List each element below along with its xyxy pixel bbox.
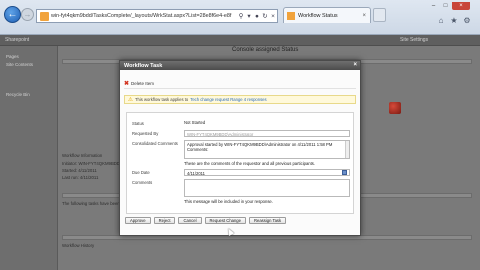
dropdown-icon[interactable]: ▾ (245, 12, 253, 20)
comments-note: This message will be included in your re… (184, 199, 273, 204)
approve-button[interactable]: Approve (125, 217, 151, 224)
address-bar[interactable]: win-fyt4qkm9bdd/TasksComplete/_layouts/W… (36, 9, 278, 23)
new-tab-button[interactable] (373, 8, 386, 22)
consolidated-comments-label: Consolidated Comments (132, 141, 178, 146)
comments-scrollbar[interactable] (345, 141, 349, 158)
sidebar-item-recycle-bin[interactable]: Recycle Bin (6, 92, 30, 97)
bg-line: Workflow Information (62, 153, 103, 158)
status-label: Status (132, 121, 144, 126)
due-date-value: 4/11/2011 (187, 171, 206, 176)
forward-arrow-icon: → (23, 10, 32, 19)
cancel-button[interactable]: Cancel (178, 217, 202, 224)
tab-title: Workflow Status (298, 12, 338, 19)
page-top-left: Sharepoint (5, 37, 30, 43)
dialog-close-icon[interactable]: × (353, 62, 357, 68)
search-icon[interactable]: ⚲ (237, 12, 245, 20)
refresh-icon[interactable]: ↻ (261, 12, 269, 20)
favorites-star-icon[interactable]: ★ (449, 16, 459, 26)
back-arrow-icon: ← (7, 9, 18, 20)
sidebar: Pages Site Contents Recycle Bin (0, 46, 58, 270)
window-close-button[interactable]: × (452, 2, 470, 10)
requested-by-label: Requested By (132, 131, 159, 136)
bg-line: Initiator: WIN-FYT4QKM9BDD (62, 161, 121, 166)
notice-link[interactable]: Tech change request Range 4 responses (190, 97, 266, 102)
back-button[interactable]: ← (4, 6, 21, 23)
home-icon[interactable]: ⌂ (436, 16, 446, 26)
bg-line: Workflow History (62, 243, 95, 248)
calendar-icon[interactable] (342, 170, 347, 175)
delete-item-label: Delete Item (131, 81, 155, 86)
tab-close-icon[interactable]: × (362, 13, 366, 19)
dialog-title-bar: Workflow Task × (120, 61, 360, 70)
delete-icon: ✖ (124, 81, 130, 87)
comments-textarea[interactable] (184, 179, 350, 197)
ribbon-divider (124, 88, 356, 89)
minimize-button[interactable]: – (428, 2, 439, 10)
reject-button[interactable]: Reject (153, 217, 176, 224)
forward-button[interactable]: → (21, 8, 34, 21)
dialog-button-row: Approve Reject Cancel Request Change Rea… (125, 217, 287, 224)
reassign-task-button[interactable]: Reassign Task (248, 217, 287, 224)
comments-label: Comments (132, 180, 153, 185)
status-value: Not Started (184, 120, 206, 125)
maximize-button[interactable]: □ (440, 2, 451, 10)
sidebar-item-pages[interactable]: Pages (6, 54, 19, 59)
warning-icon: ⚠ (128, 96, 133, 103)
request-change-button[interactable]: Request Change (204, 217, 246, 224)
notice-text: This workflow task applies to (134, 97, 189, 102)
bg-line: Started: 4/11/2011 (62, 168, 97, 173)
browser-toolbar: ← → win-fyt4qkm9bdd/TasksComplete/_layou… (0, 0, 480, 35)
lock-icon[interactable]: ● (253, 13, 261, 20)
gear-icon[interactable]: ⚙ (462, 16, 472, 26)
tab-workflow-status[interactable]: Workflow Status × (283, 7, 371, 23)
consolidated-comments-text: Approval started by WIN-FYT4QKM9BDD\Admi… (187, 142, 333, 153)
task-form: Status Not Started Requested By WIN-FYT4… (126, 112, 354, 214)
workflow-status-icon (389, 102, 401, 114)
address-url[interactable]: win-fyt4qkm9bdd/TasksComplete/_layouts/W… (51, 13, 237, 19)
due-date-label: Due Date (132, 170, 150, 175)
page-top-bar: Sharepoint Site Settings (0, 35, 480, 46)
dialog-body: ✖ Delete Item ⚠ This workflow task appli… (120, 70, 360, 235)
consolidated-comments-note: These are the comments of the requestor … (184, 161, 316, 166)
bg-line: Last run: 4/11/2011 (62, 175, 99, 180)
task-notice: ⚠ This workflow task applies to Tech cha… (124, 95, 356, 104)
consolidated-comments-box[interactable]: Approval started by WIN-FYT4QKM9BDD\Admi… (184, 140, 350, 159)
sidebar-item-site-contents[interactable]: Site Contents (6, 62, 33, 67)
due-date-field[interactable]: 4/11/2011 (184, 169, 350, 176)
page-title: Console assigned Status (232, 47, 299, 53)
close-icon[interactable]: × (269, 13, 277, 20)
dialog-title: Workflow Task (124, 62, 163, 69)
page-top-right: Site Settings (400, 37, 429, 43)
delete-item-button[interactable]: ✖ Delete Item (124, 80, 154, 87)
site-favicon (40, 11, 49, 21)
tab-favicon (287, 11, 295, 20)
workflow-task-dialog: Workflow Task × ✖ Delete Item ⚠ This wor… (119, 60, 361, 236)
requested-by-field: WIN-FYT4QKM9BDD\Administrator (184, 130, 350, 137)
